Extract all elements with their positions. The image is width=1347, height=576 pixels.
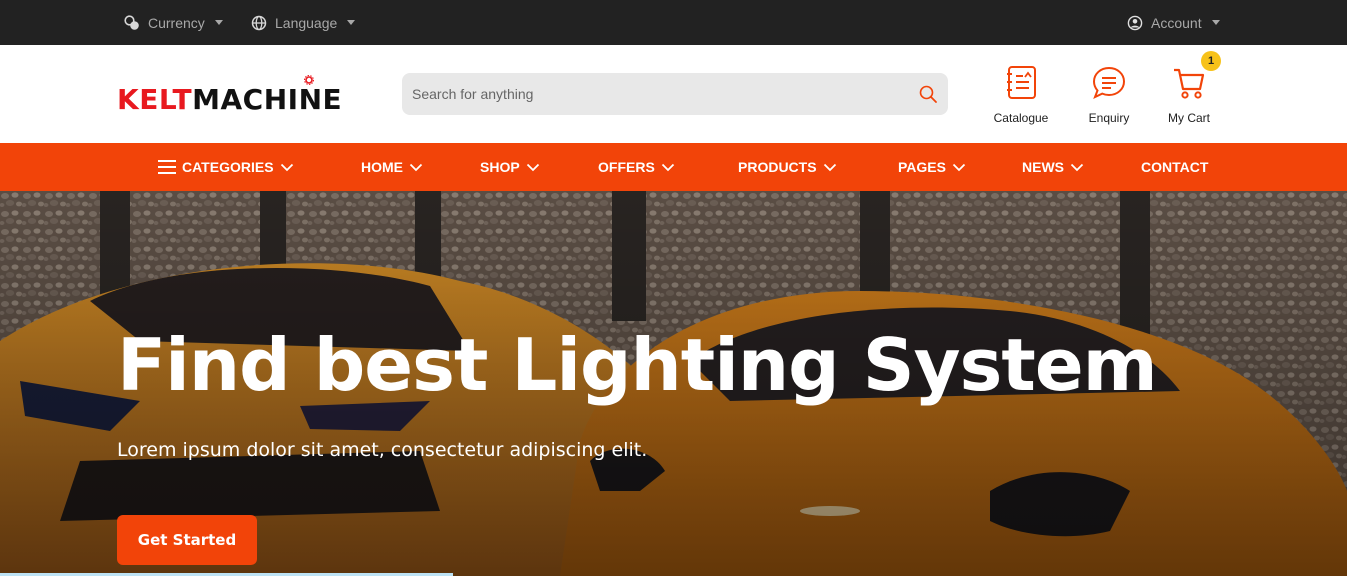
nav-item-shop[interactable]: SHOP (480, 143, 540, 191)
currency-icon (124, 14, 139, 30)
menu-icon (158, 160, 176, 174)
logo-part1: KELT (117, 83, 193, 116)
currency-label: Currency (148, 14, 205, 31)
cart-link[interactable]: My Cart (1154, 65, 1224, 127)
gear-icon (304, 75, 314, 85)
chevron-down-icon (1070, 163, 1084, 171)
hero-title: Find best Lighting System (117, 323, 1158, 407)
main-nav: CATEGORIES HOME SHOP OFFERS PRODUCTS PAG… (0, 143, 1347, 191)
search-input[interactable] (402, 73, 902, 115)
search-bar (402, 73, 948, 115)
caret-down-icon (214, 20, 223, 25)
cart-label: My Cart (1168, 111, 1210, 125)
globe-icon (251, 15, 267, 30)
chevron-down-icon (823, 163, 836, 171)
nav-item-label: OFFERS (598, 159, 655, 175)
logo-part2: MACHINE (192, 83, 343, 116)
nav-item-contact[interactable]: CONTACT (1141, 143, 1208, 191)
account-icon (1127, 15, 1143, 30)
catalogue-label: Catalogue (993, 111, 1049, 125)
cart-count-badge: 1 (1201, 51, 1221, 71)
nav-item-offers[interactable]: OFFERS (598, 143, 675, 191)
currency-dropdown[interactable]: Currency (124, 0, 223, 45)
language-label: Language (275, 14, 338, 31)
nav-item-label: PAGES (898, 159, 946, 175)
site-header: KELTMACHINE Catalogue (0, 45, 1347, 143)
search-icon[interactable] (918, 84, 938, 104)
account-label: Account (1151, 14, 1202, 31)
chevron-down-icon (661, 163, 674, 171)
account-dropdown[interactable]: Account (1127, 0, 1220, 45)
caret-down-icon (1211, 20, 1220, 25)
nav-categories[interactable]: CATEGORIES (158, 143, 294, 191)
nav-item-home[interactable]: HOME (361, 143, 423, 191)
caret-down-icon (347, 20, 356, 25)
chevron-down-icon (526, 163, 539, 171)
catalogue-link[interactable]: Catalogue (986, 65, 1056, 127)
hero-subtitle: Lorem ipsum dolor sit amet, consectetur … (117, 439, 648, 461)
nav-item-products[interactable]: PRODUCTS (738, 143, 837, 191)
hero-banner: Find best Lighting System Lorem ipsum do… (0, 191, 1347, 576)
language-dropdown[interactable]: Language (251, 0, 356, 45)
nav-item-label: HOME (361, 159, 403, 175)
chevron-down-icon (952, 163, 966, 171)
nav-item-label: NEWS (1022, 159, 1064, 175)
get-started-button[interactable]: Get Started (117, 515, 257, 565)
chevron-down-icon (409, 163, 423, 171)
catalogue-icon (1007, 66, 1036, 99)
cart-icon (1174, 68, 1205, 99)
nav-categories-label: CATEGORIES (182, 159, 274, 175)
nav-item-news[interactable]: NEWS (1022, 143, 1084, 191)
enquiry-icon (1092, 66, 1126, 99)
chevron-down-icon (280, 163, 293, 171)
nav-item-pages[interactable]: PAGES (898, 143, 966, 191)
enquiry-link[interactable]: Enquiry (1074, 65, 1144, 127)
nav-item-label: PRODUCTS (738, 159, 817, 175)
enquiry-label: Enquiry (1088, 111, 1130, 125)
nav-item-label: SHOP (480, 159, 520, 175)
top-bar: Currency Language Account (0, 0, 1347, 45)
site-logo[interactable]: KELTMACHINE (117, 75, 343, 117)
nav-item-label: CONTACT (1141, 159, 1209, 175)
